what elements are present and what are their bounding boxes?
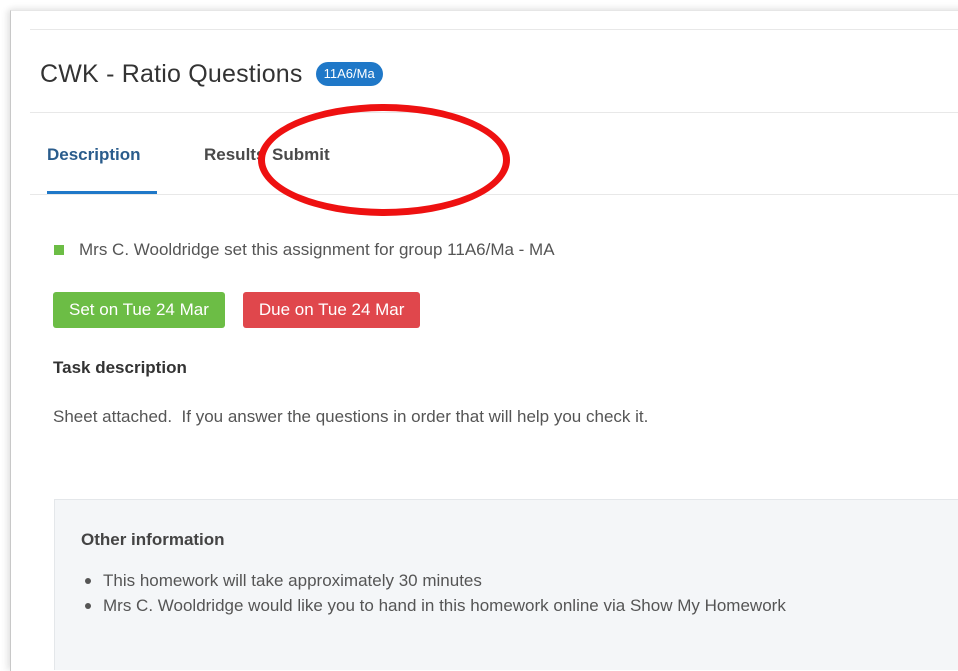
list-item-text: This homework will take approximately 30… (103, 571, 482, 590)
set-date-badge: Set on Tue 24 Mar (53, 292, 225, 328)
task-description-text: Sheet attached. If you answer the questi… (53, 407, 649, 426)
list-item: This homework will take approximately 30… (81, 568, 786, 593)
task-description-heading: Task description (53, 358, 187, 377)
status-square-icon (54, 245, 64, 255)
tab-submit[interactable]: Submit (272, 140, 342, 194)
title-divider (30, 112, 958, 113)
tab-bar: Description Results Submit (47, 140, 342, 196)
other-information-heading: Other information (81, 530, 225, 549)
other-information-list: This homework will take approximately 30… (81, 568, 786, 618)
bullet-icon (85, 577, 91, 584)
group-badge: 11A6/Ma (315, 62, 383, 86)
tabs-divider (30, 194, 958, 195)
due-date-badge: Due on Tue 24 Mar (242, 292, 421, 328)
tab-description[interactable]: Description (47, 140, 157, 194)
list-item-text: Mrs C. Wooldridge would like you to hand… (103, 596, 786, 615)
page-title: CWK - Ratio Questions (40, 59, 303, 88)
setter-row: Mrs C. Wooldridge set this assignment fo… (54, 240, 555, 260)
tab-results[interactable]: Results (204, 140, 270, 194)
title-row: CWK - Ratio Questions 11A6/Ma (40, 54, 383, 94)
list-item: Mrs C. Wooldridge would like you to hand… (81, 593, 786, 618)
top-divider (30, 29, 958, 30)
other-information-box: Other information This homework will tak… (54, 499, 958, 670)
setter-text: Mrs C. Wooldridge set this assignment fo… (79, 240, 555, 259)
date-row: Set on Tue 24 Mar Due on Tue 24 Mar (53, 292, 421, 328)
bullet-icon (85, 602, 91, 609)
